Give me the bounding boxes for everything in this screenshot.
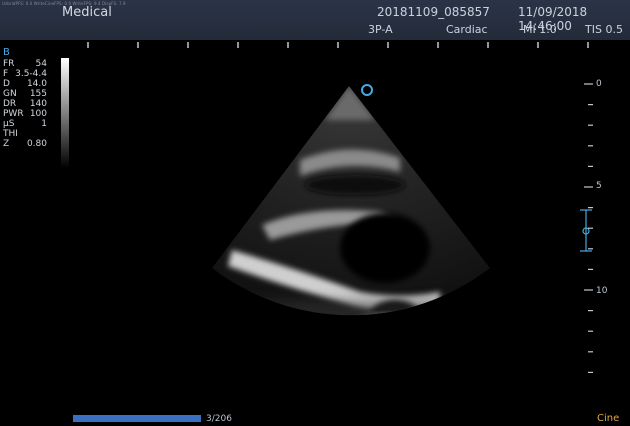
frame-counter: 3/206 (206, 414, 232, 424)
cine-progress-fill (73, 415, 201, 422)
depth-ruler (584, 83, 593, 373)
probe-orientation-icon (361, 84, 373, 96)
sector-image (212, 86, 490, 316)
ultrasound-image[interactable] (0, 0, 630, 426)
depth-label-0: 0 (596, 79, 602, 89)
depth-label-5: 5 (596, 181, 602, 191)
cine-progress-bar[interactable] (73, 415, 201, 422)
depth-label-10: 10 (596, 286, 608, 296)
cine-label[interactable]: Cine (597, 413, 619, 424)
